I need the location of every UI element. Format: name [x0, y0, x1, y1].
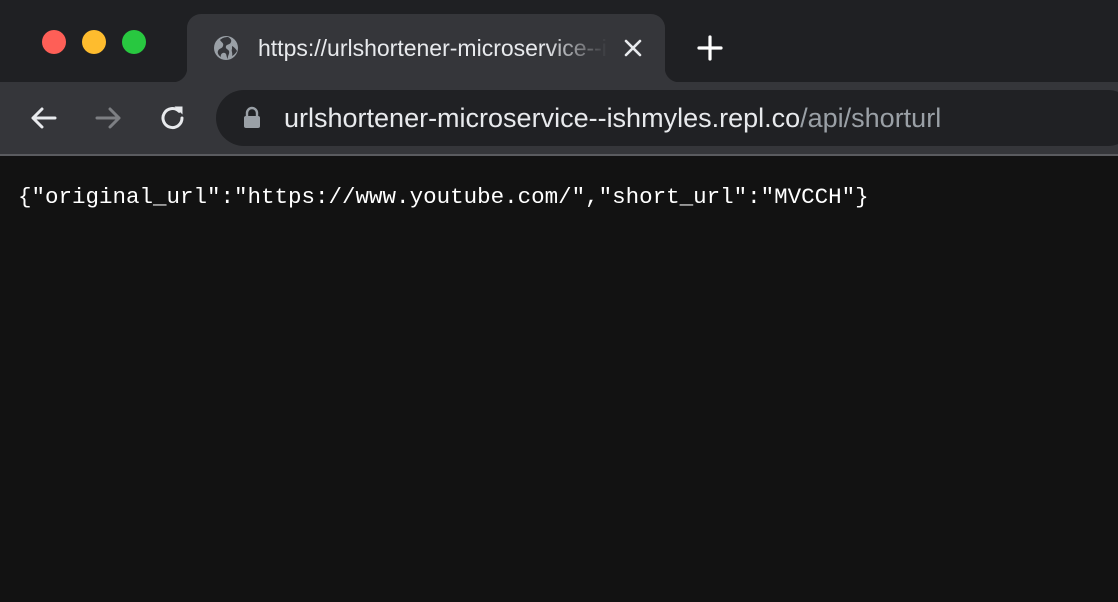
url-text[interactable]: urlshortener-microservice--ishmyles.repl… [284, 102, 941, 134]
address-bar[interactable]: urlshortener-microservice--ishmyles.repl… [216, 90, 1118, 146]
page-content: {"original_url":"https://www.youtube.com… [0, 156, 1118, 602]
browser-window: https://urlshortener-microservice--ishmy… [0, 0, 1118, 602]
browser-toolbar: urlshortener-microservice--ishmyles.repl… [0, 82, 1118, 156]
tab-title: https://urlshortener-microservice--ishmy… [258, 35, 608, 61]
active-tab[interactable]: https://urlshortener-microservice--ishmy… [173, 14, 679, 82]
minimize-window-button[interactable] [82, 30, 106, 54]
arrow-right-icon[interactable] [90, 100, 126, 136]
arrow-left-icon[interactable] [26, 100, 62, 136]
url-path: /api/shorturl [800, 103, 942, 133]
lock-icon[interactable] [242, 106, 262, 130]
tab-strip: https://urlshortener-microservice--ishmy… [0, 0, 1118, 82]
globe-icon [214, 36, 238, 60]
json-response: {"original_url":"https://www.youtube.com… [18, 184, 869, 210]
maximize-window-button[interactable] [122, 30, 146, 54]
close-window-button[interactable] [42, 30, 66, 54]
close-icon[interactable] [621, 36, 645, 60]
url-host: urlshortener-microservice--ishmyles.repl… [284, 103, 801, 133]
reload-icon[interactable] [155, 100, 191, 136]
plus-icon[interactable] [694, 32, 726, 64]
